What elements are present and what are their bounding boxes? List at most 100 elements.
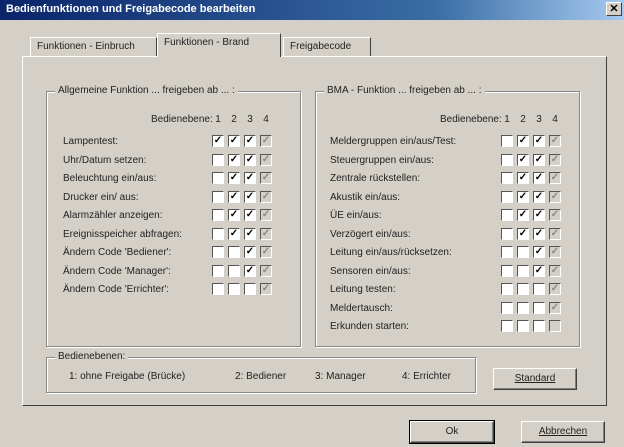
general-checkbox-level-2[interactable]: ✓ <box>228 190 240 203</box>
bma-row-label: Akustik ein/aus: <box>330 191 401 203</box>
bma-checkbox-level-4 <box>549 320 561 332</box>
bma-row-label: Leitung testen: <box>330 284 396 295</box>
bma-checkbox-level-2[interactable] <box>517 301 529 314</box>
bma-checkbox-level-2[interactable]: ✓ <box>517 153 529 166</box>
bma-checkbox-level-3[interactable] <box>533 283 545 295</box>
bma-checkbox-level-4: ✓ <box>549 172 561 184</box>
general-row-label: Ändern Code 'Manager': <box>63 265 171 277</box>
general-checkbox-level-4: ✓ <box>260 264 272 277</box>
bma-checkbox-level-3[interactable]: ✓ <box>533 246 545 258</box>
general-checkbox-level-1[interactable] <box>212 172 224 184</box>
general-checkbox-level-3[interactable]: ✓ <box>244 246 256 258</box>
bma-checkbox-level-3[interactable]: ✓ <box>533 264 545 277</box>
general-checkbox-level-1[interactable] <box>212 209 224 221</box>
window-titlebar: Bedienfunktionen und Freigabecode bearbe… <box>0 0 624 20</box>
general-checkbox-level-2[interactable]: ✓ <box>228 135 240 147</box>
general-checkbox-level-3[interactable]: ✓ <box>244 172 256 184</box>
tab-panel: Allgemeine Funktion ... freigeben ab ...… <box>22 56 607 406</box>
bma-checkbox-level-2[interactable]: ✓ <box>517 227 529 240</box>
bma-checkbox-level-1[interactable] <box>501 264 513 277</box>
bma-level-header-label: Bedienebene: <box>440 114 502 125</box>
bma-checkbox-level-4: ✓ <box>549 301 561 314</box>
bma-checkbox-level-3[interactable]: ✓ <box>533 209 545 221</box>
general-checkbox-level-1[interactable] <box>212 246 224 258</box>
level-2-description: 2: Bediener <box>235 371 287 382</box>
bma-checkbox-level-2[interactable]: ✓ <box>517 190 529 203</box>
general-checkbox-level-3[interactable]: ✓ <box>244 227 256 240</box>
bma-checkbox-level-2[interactable]: ✓ <box>517 135 529 147</box>
level-3-description: 3: Manager <box>315 371 366 382</box>
bma-checkbox-level-2[interactable]: ✓ <box>517 172 529 184</box>
bma-checkbox-level-1[interactable] <box>501 320 513 332</box>
bma-checkbox-level-3[interactable]: ✓ <box>533 135 545 147</box>
bma-checkbox-level-3[interactable]: ✓ <box>533 172 545 184</box>
level-4-description: 4: Errichter <box>402 371 451 382</box>
bma-checkbox-level-2[interactable] <box>517 246 529 258</box>
general-checkbox-level-1[interactable] <box>212 153 224 166</box>
cancel-button[interactable]: Abbrechen <box>521 421 605 443</box>
general-checkbox-level-2[interactable] <box>228 283 240 295</box>
bma-checkbox-level-1[interactable] <box>501 227 513 240</box>
bma-checkbox-level-1[interactable] <box>501 301 513 314</box>
bma-level-1-header: 1 <box>504 114 510 125</box>
general-checkbox-level-2[interactable] <box>228 246 240 258</box>
bma-checkbox-level-4: ✓ <box>549 283 561 295</box>
bma-checkbox-level-1[interactable] <box>501 190 513 203</box>
general-checkbox-level-2[interactable]: ✓ <box>228 153 240 166</box>
bma-checkbox-level-1[interactable] <box>501 246 513 258</box>
general-checkbox-level-3[interactable]: ✓ <box>244 190 256 203</box>
general-level-3-header: 3 <box>247 114 253 125</box>
bma-level-4-header: 4 <box>552 114 558 125</box>
general-checkbox-level-1[interactable]: ✓ <box>212 135 224 147</box>
bma-row-label: Verzögert ein/aus: <box>330 228 411 240</box>
bma-checkbox-level-1[interactable] <box>501 283 513 295</box>
general-checkbox-level-1[interactable] <box>212 283 224 295</box>
general-functions-title: Allgemeine Funktion ... freigeben ab ...… <box>55 85 238 96</box>
general-checkbox-level-3[interactable]: ✓ <box>244 153 256 166</box>
bma-checkbox-level-4: ✓ <box>549 227 561 240</box>
ok-button[interactable]: Ok <box>409 420 495 444</box>
bma-checkbox-level-1[interactable] <box>501 172 513 184</box>
bma-checkbox-level-2[interactable] <box>517 283 529 295</box>
bma-row-label: Erkunden starten: <box>330 321 409 332</box>
bma-checkbox-level-1[interactable] <box>501 209 513 221</box>
general-checkbox-level-4: ✓ <box>260 190 272 203</box>
general-checkbox-level-3[interactable]: ✓ <box>244 264 256 277</box>
bma-checkbox-level-4: ✓ <box>549 246 561 258</box>
general-checkbox-level-2[interactable] <box>228 264 240 277</box>
general-row-label: Beleuchtung ein/aus: <box>63 173 157 184</box>
general-checkbox-level-2[interactable]: ✓ <box>228 209 240 221</box>
general-checkbox-level-1[interactable] <box>212 264 224 277</box>
bma-checkbox-level-3[interactable]: ✓ <box>533 227 545 240</box>
general-checkbox-level-1[interactable] <box>212 190 224 203</box>
bma-level-3-header: 3 <box>536 114 542 125</box>
tab-funktionen-einbruch[interactable]: Funktionen - Einbruch <box>30 37 157 57</box>
bma-checkbox-level-3[interactable] <box>533 320 545 332</box>
general-checkbox-level-3[interactable] <box>244 283 256 295</box>
bma-row-label: Meldertausch: <box>330 302 393 314</box>
bma-checkbox-level-3[interactable] <box>533 301 545 314</box>
bma-checkbox-level-2[interactable] <box>517 264 529 277</box>
bma-checkbox-level-3[interactable]: ✓ <box>533 190 545 203</box>
tab-freigabecode[interactable]: Freigabecode <box>283 37 371 57</box>
tab-funktionen-brand[interactable]: Funktionen - Brand <box>157 33 281 57</box>
bma-checkbox-level-2[interactable] <box>517 320 529 332</box>
general-checkbox-level-4: ✓ <box>260 227 272 240</box>
general-functions-group: Allgemeine Funktion ... freigeben ab ...… <box>46 85 301 347</box>
general-row-label: Lampentest: <box>63 136 119 147</box>
bma-checkbox-level-4: ✓ <box>549 135 561 147</box>
bma-checkbox-level-1[interactable] <box>501 135 513 147</box>
standard-button[interactable]: Standard <box>493 368 577 390</box>
general-checkbox-level-3[interactable]: ✓ <box>244 135 256 147</box>
general-checkbox-level-1[interactable] <box>212 227 224 240</box>
bma-row-label: Meldergruppen ein/aus/Test: <box>330 136 457 147</box>
general-checkbox-level-2[interactable]: ✓ <box>228 172 240 184</box>
general-checkbox-level-2[interactable]: ✓ <box>228 227 240 240</box>
bma-checkbox-level-3[interactable]: ✓ <box>533 153 545 166</box>
bma-row-label: ÜE ein/aus: <box>330 210 382 221</box>
bma-checkbox-level-1[interactable] <box>501 153 513 166</box>
bma-checkbox-level-2[interactable]: ✓ <box>517 209 529 221</box>
close-button[interactable]: ✕ <box>606 2 622 16</box>
general-checkbox-level-3[interactable]: ✓ <box>244 209 256 221</box>
bma-checkbox-level-4: ✓ <box>549 264 561 277</box>
